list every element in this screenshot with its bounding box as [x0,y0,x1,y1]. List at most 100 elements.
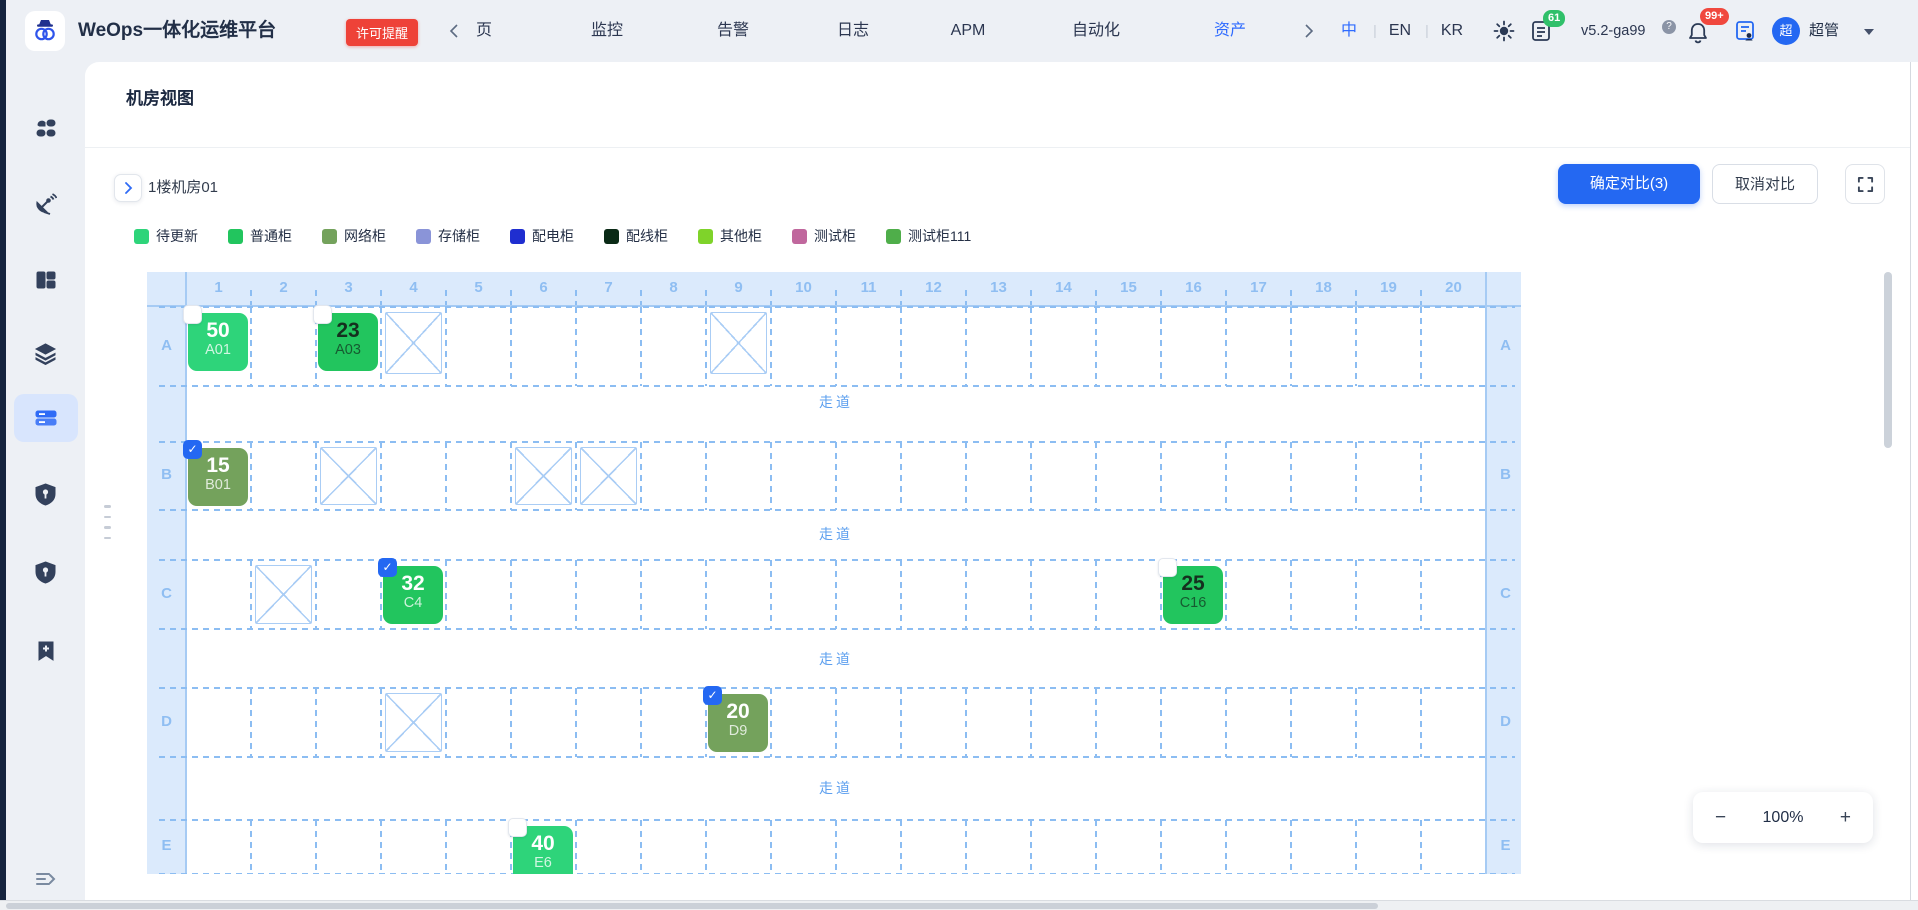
rack-C16[interactable]: 25C16 [1163,566,1223,624]
rack-checkbox[interactable] [183,305,202,324]
cancel-compare-button[interactable]: 取消对比 [1712,164,1818,204]
cell-separator [250,560,252,629]
cell-separator [575,560,577,629]
sidebar-item-bookmark-plus[interactable] [14,627,78,675]
cell-separator [835,688,837,757]
user-avatar[interactable]: 超 [1772,17,1800,45]
aisle-label: 走道 [819,778,853,798]
cell-separator [1290,307,1292,386]
zoom-in-button[interactable]: + [1840,808,1851,827]
zoom-out-button[interactable]: − [1715,808,1726,827]
cell-separator [640,688,642,757]
grid-left-line [185,272,187,874]
row-letter-left: B [147,466,186,483]
nav-item-监控[interactable]: 监控 [591,0,623,62]
nav-item-告警[interactable]: 告警 [717,0,749,62]
fullscreen-button[interactable] [1845,164,1885,204]
nav-item-页[interactable]: 页 [476,0,492,62]
column-number: 8 [641,272,706,306]
ruler-separator [1225,290,1227,306]
sidebar-item-shield-key2[interactable] [14,548,78,596]
rack-D9[interactable]: 20D9✓ [708,694,768,752]
cell-separator [1225,442,1227,510]
page-title: 机房视图 [126,84,194,109]
legend-swatch [698,229,713,244]
ruler-separator [770,290,772,306]
report-icon[interactable] [1733,19,1757,43]
sidebar-item-apps[interactable] [14,105,78,153]
row-letter-left: C [147,585,186,602]
column-number: 16 [1161,272,1226,306]
sidebar-item-dashboard[interactable] [14,256,78,304]
lang-EN[interactable]: EN [1389,0,1411,62]
row-letter-right: B [1486,466,1521,483]
legend-swatch [510,229,525,244]
rack-checkbox[interactable] [1158,558,1177,577]
rack-E6[interactable]: 40E6 [513,826,573,874]
horizontal-scrollbar-track[interactable] [0,900,1918,910]
column-number: 5 [446,272,511,306]
rack-checkbox-checked[interactable]: ✓ [703,686,722,705]
app-title: WeOps一体化运维平台 [78,0,276,62]
asset-rack-icon [34,407,58,429]
cell-separator [965,560,967,629]
panel-resize-handle[interactable] [104,505,112,539]
nav-item-自动化[interactable]: 自动化 [1072,0,1120,62]
column-number: 7 [576,272,641,306]
rack-checkbox[interactable] [508,818,527,837]
version-help-icon[interactable]: ? [1662,20,1676,34]
cell-separator [900,560,902,629]
cell-separator [1160,442,1162,510]
room-expander-button[interactable] [114,174,142,202]
lang-KR[interactable]: KR [1441,0,1463,62]
theme-sun-icon[interactable] [1492,19,1516,43]
rack-name: E6 [513,855,573,872]
shield-key-icon [35,483,56,506]
rack-A03[interactable]: 23A03 [318,313,378,371]
rack-checkbox-checked[interactable]: ✓ [378,558,397,577]
cell-separator [705,560,707,629]
rack-name: A01 [188,342,248,359]
legend-item-测试柜111: 测试柜111 [886,226,971,246]
rack-A01[interactable]: 50A01 [188,313,248,371]
sidebar-collapse-icon[interactable] [31,867,61,891]
weops-logo[interactable] [25,11,65,51]
room-name: 1楼机房01 [148,174,218,202]
nav-item-日志[interactable]: 日志 [837,0,869,62]
legend-item-普通柜: 普通柜 [228,226,292,246]
license-alert-badge[interactable]: 许可提醒 [346,19,418,46]
rack-C4[interactable]: 32C4✓ [383,566,443,624]
nav-item-资产[interactable]: 资产 [1214,0,1246,62]
rack-checkbox-checked[interactable]: ✓ [183,440,202,459]
sidebar-item-asset-rack[interactable] [14,394,78,442]
horizontal-scrollbar-thumb[interactable] [6,903,1378,909]
confirm-compare-button[interactable]: 确定对比(3) [1558,164,1700,204]
legend-swatch [134,229,149,244]
column-number: 1 [186,272,251,306]
cell-separator [315,688,317,757]
empty-slot-x [580,447,637,505]
ruler-separator [380,290,382,306]
empty-slot-x [385,312,442,374]
column-number: 6 [511,272,576,306]
empty-slot-x [515,447,572,505]
nav-item-APM[interactable]: APM [951,0,986,62]
sidebar-item-monitor-dish[interactable] [14,180,78,228]
sidebar-item-shield-key[interactable] [14,470,78,518]
row-dashed-line [159,873,1515,874]
user-name[interactable]: 超管 [1809,0,1839,62]
rack-B01[interactable]: 15B01✓ [188,448,248,506]
ruler-separator [250,290,252,306]
legend-label: 待更新 [156,226,198,246]
lang-中[interactable]: 中 [1341,0,1357,62]
apps-icon [35,118,57,140]
nav-scroll-right-icon[interactable] [1298,20,1320,42]
sidebar-item-layers[interactable] [14,329,78,377]
cell-separator [1030,442,1032,510]
vertical-scrollbar-thumb[interactable] [1884,272,1892,448]
nav-scroll-left-icon[interactable] [443,20,465,42]
user-menu-caret-icon[interactable] [1864,29,1874,35]
rack-checkbox[interactable] [313,305,332,324]
column-number: 20 [1421,272,1486,306]
cell-separator [445,307,447,386]
